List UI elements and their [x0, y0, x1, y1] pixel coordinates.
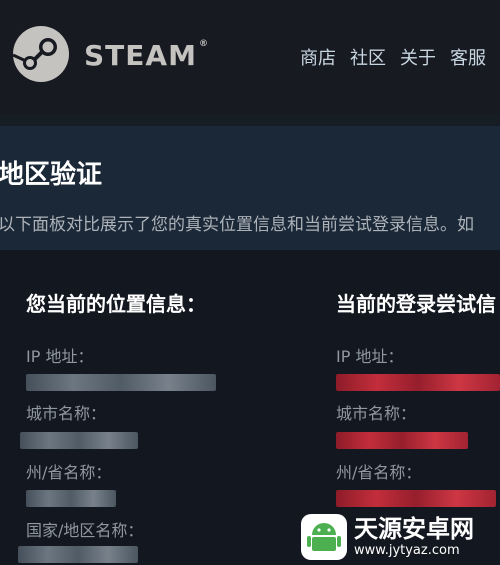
login-attempt-title: 当前的登录尝试信 [336, 292, 496, 316]
city-value-redacted [20, 432, 138, 449]
nav-store[interactable]: 商店 [300, 44, 336, 70]
login-city-label: 城市名称： [336, 404, 417, 423]
login-ip-label: IP 地址： [336, 347, 404, 366]
city-label: 城市名称： [26, 404, 107, 423]
watermark: 天源安卓网 www.jytyaz.com [300, 508, 500, 565]
steam-logo-icon [12, 26, 69, 82]
android-logo-icon [301, 513, 347, 560]
state-label: 州/省名称： [26, 463, 112, 482]
nav-support[interactable]: 客服 [450, 44, 486, 70]
ip-label: IP 地址： [26, 347, 94, 366]
country-label: 国家/地区名称： [26, 521, 144, 540]
state-value-redacted [26, 490, 116, 507]
watermark-url: www.jytyaz.com [354, 542, 460, 558]
watermark-name: 天源安卓网 [354, 514, 474, 543]
ip-value-redacted [26, 374, 216, 391]
login-state-label: 州/省名称： [336, 463, 422, 482]
login-state-value-redacted [336, 490, 496, 507]
country-value-redacted [18, 546, 138, 563]
page-banner: 地区验证 以下面板对比展示了您的真实位置信息和当前尝试登录信息。如 [0, 126, 500, 250]
main-nav: 商店 社区 关于 客服 [300, 44, 486, 70]
site-header: STEAM ® 商店 社区 关于 客服 [0, 0, 500, 114]
nav-community[interactable]: 社区 [350, 44, 386, 70]
current-location-title: 您当前的位置信息： [26, 292, 206, 316]
login-ip-value-redacted [336, 374, 500, 391]
steam-logo[interactable]: STEAM ® [12, 25, 212, 89]
page-title: 地区验证 [0, 160, 103, 190]
page-description: 以下面板对比展示了您的真实位置信息和当前尝试登录信息。如 [0, 215, 474, 235]
login-city-value-redacted [336, 432, 468, 449]
steam-wordmark: STEAM ® [84, 39, 209, 72]
nav-about[interactable]: 关于 [400, 44, 436, 70]
